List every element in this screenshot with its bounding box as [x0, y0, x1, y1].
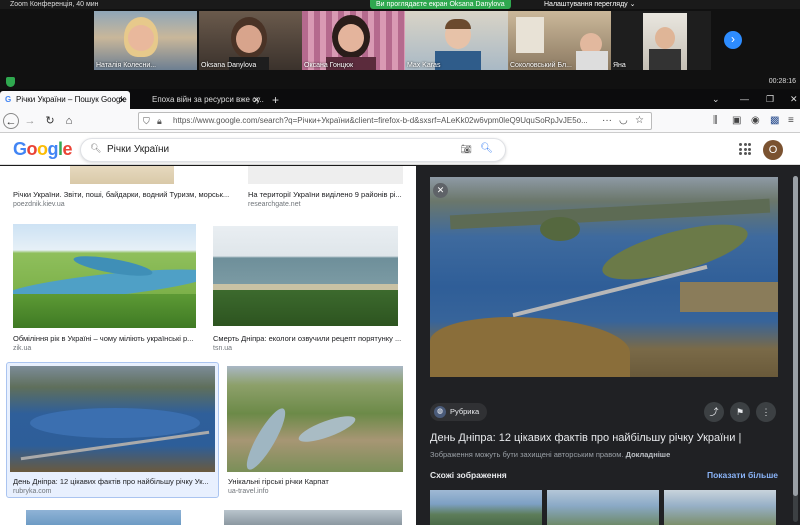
result-caption[interactable]: Смерть Дніпра: екологи озвучили рецепт п… [213, 334, 403, 343]
participant-name: Max Karas [407, 62, 441, 69]
minimize-icon[interactable]: — [740, 89, 749, 109]
view-options-button[interactable]: Налаштування перегляду ⌄ [540, 0, 640, 9]
show-more-link[interactable]: Показати більше [707, 470, 778, 480]
participant-tile[interactable]: Яна [611, 11, 711, 70]
search-submit-icon[interactable]: 🔍︎ [480, 143, 493, 154]
restore-icon[interactable]: ❐ [766, 89, 774, 109]
pocket-icon[interactable]: ◡ [619, 113, 628, 129]
similar-image[interactable] [430, 490, 542, 525]
preview-image[interactable] [430, 177, 778, 377]
reload-button[interactable]: ↻ [42, 113, 58, 129]
meeting-timer: 00:28:16 [768, 78, 796, 85]
similar-images-heading: Схожі зображення [430, 470, 507, 480]
url-text: https://www.google.com/search?q=Річки+Ук… [173, 116, 588, 125]
avatar[interactable]: O [763, 140, 783, 160]
library-icon[interactable]: ⫼ [713, 113, 718, 129]
participant-tile[interactable]: Соколовський Бл... [508, 11, 611, 70]
share-button[interactable]: ⤴ [704, 402, 724, 422]
result-domain: rubryka.com [13, 488, 52, 495]
screen-share-banner: Ви проглядаєте екран Oksana Danylova [370, 0, 511, 9]
learn-more-link[interactable]: Докладніше [626, 450, 671, 459]
back-button[interactable]: ← [3, 113, 19, 129]
browser-tab-bar: G Річки України – Пошук Google ✕ Епоха в… [0, 89, 800, 109]
close-icon[interactable]: ✕ [433, 183, 448, 198]
home-button[interactable]: ⌂ [61, 113, 77, 129]
page-actions-icon[interactable]: ··· [602, 113, 612, 129]
zoom-status-bar: 00:28:16 [0, 75, 800, 89]
result-caption[interactable]: Обміління рік в Україні – чому міліють у… [13, 334, 198, 343]
participant-name: Наталія Колесни... [96, 62, 157, 69]
result-caption[interactable]: На території України виділено 9 районів … [248, 190, 408, 199]
tab-article[interactable]: Епоха війн за ресурси вже су... ✕ [136, 91, 264, 109]
image-results: Річки України. Звіти, поші, байдарки, во… [0, 166, 416, 525]
participant-tile[interactable]: Max Karas [405, 11, 508, 70]
tab-list-icon[interactable]: ⌄ [712, 89, 720, 109]
close-window-icon[interactable]: ✕ [790, 89, 798, 109]
shield-icon [6, 77, 15, 87]
copyright-notice: Зображення можуть бути захищені авторськ… [430, 450, 670, 459]
participant-tile[interactable]: Наталія Колесни... [94, 11, 197, 70]
account-icon[interactable]: ◉ [751, 113, 760, 129]
close-tab-icon[interactable]: ✕ [252, 91, 260, 109]
result-domain: poezdnik.kiev.ua [13, 201, 65, 208]
google-logo[interactable]: Google [13, 139, 73, 160]
camera-search-icon[interactable]: 📷︎ [461, 144, 472, 155]
participant-tile[interactable]: Oksana Danylova [199, 11, 302, 70]
result-thumbnail[interactable] [10, 366, 215, 472]
extension-icon[interactable]: ▩ [770, 113, 779, 129]
google-favicon-icon: G [5, 95, 12, 104]
tab-search[interactable]: G Річки України – Пошук Google ✕ [0, 91, 130, 109]
panel-scrollbar-thumb[interactable] [793, 176, 798, 496]
result-thumbnail[interactable] [248, 166, 403, 184]
search-input[interactable]: Річки України [107, 144, 169, 155]
result-caption[interactable]: День Дніпра: 12 цікавих фактів про найбі… [13, 477, 213, 486]
result-domain: tsn.ua [213, 345, 233, 352]
participant-name: Соколовський Бл... [510, 62, 572, 69]
next-participants-button[interactable]: › [724, 31, 742, 49]
result-thumbnail[interactable] [70, 166, 174, 184]
search-box[interactable]: 🔍︎ Річки України 📷︎ 🔍︎ [80, 138, 506, 162]
search-icon: 🔍︎ [90, 143, 102, 153]
tab-label: Епоха війн за ресурси вже су... [152, 95, 264, 104]
shield-icon[interactable]: ⛉ [143, 113, 150, 129]
result-caption[interactable]: Річки України. Звіти, поші, байдарки, во… [13, 190, 233, 199]
result-thumbnail[interactable] [13, 224, 196, 328]
close-tab-icon[interactable]: ✕ [118, 91, 126, 109]
result-domain: zik.ua [13, 345, 32, 352]
preview-title[interactable]: День Дніпра: 12 цікавих фактів про найбі… [430, 432, 790, 444]
more-options-button[interactable]: ⋮ [756, 402, 776, 422]
participant-name: Oksana Danylova [201, 62, 257, 69]
menu-icon[interactable]: ≡ [788, 113, 794, 129]
result-domain: ua-travel.info [228, 488, 269, 495]
bookmark-star-icon[interactable]: ☆ [635, 113, 644, 129]
result-thumbnail[interactable] [224, 510, 402, 525]
result-caption[interactable]: Унікальні гірські річки Карпат [228, 477, 403, 486]
similar-image[interactable] [547, 490, 659, 525]
tab-label: Річки України – Пошук Google [16, 95, 127, 104]
google-header: Google 🔍︎ Річки України 📷︎ 🔍︎ O [0, 133, 800, 165]
result-thumbnail[interactable] [213, 226, 398, 326]
navigation-bar: ← → ↻ ⌂ ⛉ 🔒︎ https://www.google.com/sear… [0, 109, 800, 133]
source-chip[interactable]: ◍ Рубрика [430, 403, 488, 421]
similar-image[interactable] [664, 490, 776, 525]
source-name: Рубрика [450, 407, 480, 416]
result-thumbnail[interactable] [26, 510, 181, 525]
sidebar-icon[interactable]: ▣ [732, 113, 741, 129]
participant-strip: Наталія Колесни... Oksana Danylova Оксан… [0, 9, 800, 75]
lock-icon[interactable]: 🔒︎ [157, 113, 162, 129]
participant-name: Оксана Гонцюк [304, 62, 354, 69]
result-domain: researchgate.net [248, 201, 301, 208]
result-thumbnail[interactable] [227, 366, 403, 472]
apps-grid-icon[interactable] [739, 143, 751, 155]
globe-icon: ◍ [434, 406, 446, 418]
forward-button[interactable]: → [22, 113, 38, 129]
address-bar[interactable]: ⛉ 🔒︎ https://www.google.com/search?q=Річ… [138, 112, 652, 130]
copyright-text: Зображення можуть бути захищені авторськ… [430, 450, 624, 459]
new-tab-button[interactable]: + [268, 91, 286, 109]
participant-tile[interactable]: Оксана Гонцюк [302, 11, 405, 70]
participant-name: Яна [613, 62, 626, 69]
save-button[interactable]: ⚑ [730, 402, 750, 422]
